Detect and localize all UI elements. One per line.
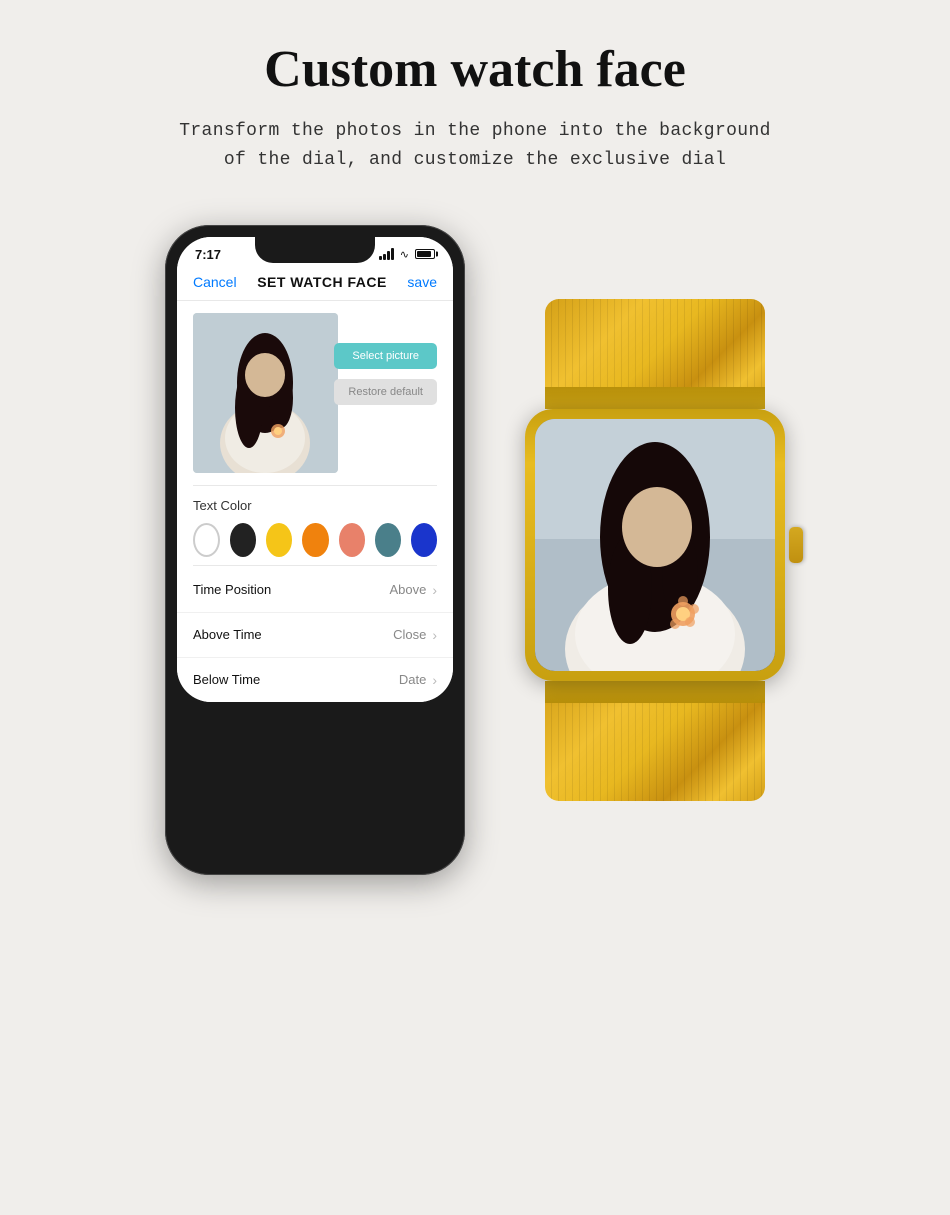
watch-crown <box>789 527 803 563</box>
watch-body <box>525 409 785 681</box>
select-picture-button[interactable]: Select picture <box>334 343 437 369</box>
status-time: 7:17 <box>195 247 221 262</box>
color-blue[interactable] <box>411 523 437 557</box>
color-orange[interactable] <box>302 523 328 557</box>
settings-section: Time Position Above › Above Time Close ›… <box>177 568 453 702</box>
color-white[interactable] <box>193 523 220 557</box>
status-icons: ∿ <box>379 248 435 261</box>
app-header-title: SET WATCH FACE <box>257 274 387 290</box>
color-yellow[interactable] <box>266 523 292 557</box>
watch-band-top <box>545 299 765 409</box>
page-subtitle: Transform the photos in the phone into t… <box>179 117 771 175</box>
app-header: Cancel SET WATCH FACE save <box>177 266 453 301</box>
above-time-value: Close › <box>393 627 437 643</box>
signal-icon <box>379 248 394 260</box>
above-time-chevron: › <box>432 627 437 643</box>
divider-2 <box>193 565 437 566</box>
app-preview: Select picture Restore default <box>177 301 453 485</box>
preview-image <box>193 313 338 473</box>
save-button[interactable]: save <box>407 274 437 290</box>
time-position-row[interactable]: Time Position Above › <box>177 568 453 613</box>
time-position-chevron: › <box>432 582 437 598</box>
color-black[interactable] <box>230 523 256 557</box>
wifi-icon: ∿ <box>400 248 409 261</box>
above-time-row[interactable]: Above Time Close › <box>177 613 453 658</box>
text-color-label: Text Color <box>193 498 437 513</box>
below-time-value: Date › <box>399 672 437 688</box>
watch-mockup <box>525 299 785 801</box>
restore-default-button[interactable]: Restore default <box>334 379 437 405</box>
watch-screen <box>535 419 775 671</box>
watch-display <box>535 419 775 671</box>
color-circles <box>193 523 437 557</box>
text-color-section: Text Color <box>177 486 453 565</box>
above-time-label: Above Time <box>193 627 262 642</box>
phone-status-bar: 7:17 ∿ <box>177 237 453 266</box>
phone-notch <box>255 237 375 263</box>
color-teal[interactable] <box>375 523 401 557</box>
watch-band-bottom <box>545 681 765 801</box>
time-position-label: Time Position <box>193 582 271 597</box>
cancel-button[interactable]: Cancel <box>193 274 237 290</box>
page-title: Custom watch face <box>264 40 686 99</box>
battery-icon <box>415 249 435 259</box>
phone-screen: 7:17 ∿ Cancel SET WATCH FACE save <box>177 237 453 702</box>
preview-buttons: Select picture Restore default <box>334 343 437 405</box>
time-position-value: Above › <box>389 582 437 598</box>
below-time-label: Below Time <box>193 672 260 687</box>
phone-mockup: 7:17 ∿ Cancel SET WATCH FACE save <box>165 225 465 875</box>
color-peach[interactable] <box>339 523 365 557</box>
devices-row: 7:17 ∿ Cancel SET WATCH FACE save <box>30 225 920 875</box>
below-time-row[interactable]: Below Time Date › <box>177 658 453 702</box>
preview-row: Select picture Restore default <box>193 313 437 473</box>
below-time-chevron: › <box>432 672 437 688</box>
